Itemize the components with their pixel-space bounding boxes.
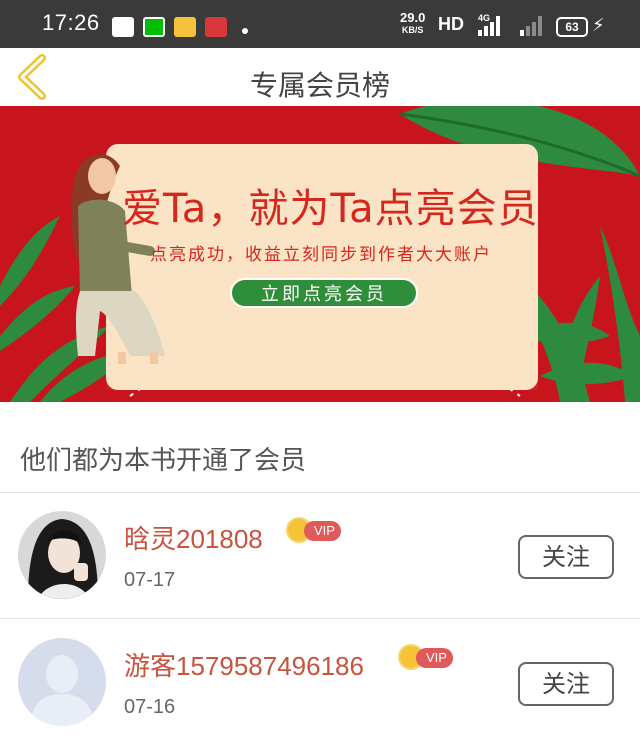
weibo-icon bbox=[174, 17, 196, 37]
banner-headline: 爱Ta，就为Ta点亮会员 bbox=[122, 186, 539, 232]
default-avatar-icon bbox=[18, 638, 106, 726]
notification-dot bbox=[242, 28, 248, 34]
hd-indicator: HD bbox=[438, 14, 464, 34]
divider bbox=[0, 618, 640, 619]
member-date: 07-17 bbox=[124, 569, 176, 591]
list-item[interactable]: 晗灵201808 VIP 07-17 关注 bbox=[0, 493, 640, 618]
mail-icon bbox=[112, 17, 134, 37]
follow-button[interactable]: 关注 bbox=[518, 662, 614, 706]
signal-icon: 4G bbox=[478, 13, 506, 36]
promo-banner[interactable]: 爱Ta，就为Ta点亮会员 点亮成功，收益立刻同步到作者大大账户 立即点亮会员 bbox=[0, 106, 640, 402]
user-photo bbox=[18, 511, 106, 599]
banner-subtitle: 点亮成功，收益立刻同步到作者大大账户 bbox=[150, 245, 492, 265]
battery-icon: 63 bbox=[556, 17, 588, 37]
vip-label: VIP bbox=[416, 648, 453, 668]
follow-button[interactable]: 关注 bbox=[518, 535, 614, 579]
net-speed-unit: KB/S bbox=[401, 25, 424, 35]
charging-icon: ⚡ bbox=[592, 15, 605, 36]
status-bar: 17:26 29.0 KB/S HD 4G 63 ⚡ bbox=[0, 0, 640, 48]
signal-icon bbox=[520, 16, 548, 36]
member-date: 07-16 bbox=[124, 696, 176, 718]
member-name[interactable]: 游客1579587496186 bbox=[124, 646, 364, 683]
section-title: 他们都为本书开通了会员 bbox=[20, 446, 307, 476]
avatar[interactable] bbox=[18, 511, 106, 599]
app-icon bbox=[205, 17, 227, 37]
vip-label: VIP bbox=[304, 521, 341, 541]
iqiyi-icon bbox=[143, 17, 165, 37]
status-time: 17:26 bbox=[42, 10, 100, 35]
network-type: 4G bbox=[478, 13, 491, 23]
net-speed: 29.0 KB/S bbox=[400, 10, 426, 36]
avatar[interactable] bbox=[18, 638, 106, 726]
member-name[interactable]: 晗灵201808 bbox=[124, 519, 263, 556]
page-title: 专属会员榜 bbox=[249, 69, 390, 102]
net-speed-value: 29.0 bbox=[400, 10, 426, 25]
header: 专属会员榜 bbox=[0, 48, 640, 106]
light-up-member-button[interactable]: 立即点亮会员 bbox=[230, 278, 418, 308]
list-item[interactable]: 游客1579587496186 VIP 07-16 关注 bbox=[0, 620, 640, 738]
